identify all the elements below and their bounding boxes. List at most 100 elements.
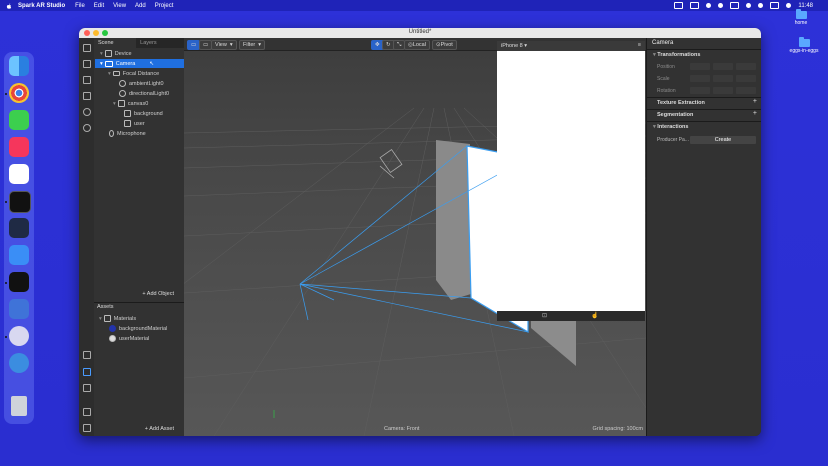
simulator-bottom-bar: ⊡ ☝	[497, 311, 645, 321]
add-object-button[interactable]: + Add Object	[142, 291, 174, 297]
section-texture-extraction[interactable]: Texture Extraction	[657, 100, 705, 106]
square-icon[interactable]	[83, 92, 91, 100]
create-button[interactable]: Create	[690, 136, 756, 144]
wifi-icon[interactable]	[746, 3, 752, 8]
section-transformations[interactable]: ▾ Transformations	[653, 52, 700, 58]
menu-view[interactable]: View	[113, 3, 126, 9]
background-plane[interactable]	[436, 140, 471, 300]
scene-tabs: Scene Layers	[94, 38, 184, 48]
trash-icon[interactable]	[11, 396, 27, 416]
menu-add[interactable]: Add	[135, 3, 146, 9]
menu-file[interactable]: File	[75, 3, 85, 9]
tweetbot-icon[interactable]	[9, 353, 29, 373]
rotation-z-field[interactable]	[736, 87, 756, 94]
tree-item-label: Camera	[115, 60, 136, 67]
screen-record-icon[interactable]	[674, 2, 684, 9]
add-asset-button[interactable]: + Add Asset	[145, 426, 174, 432]
tree-item-canvas[interactable]: ▾ canvas0	[113, 99, 148, 108]
section-segmentation[interactable]: Segmentation	[657, 112, 693, 118]
filter-dropdown[interactable]: Filter ▾	[239, 40, 265, 50]
section-label: Interactions	[657, 124, 689, 130]
shield-icon[interactable]	[718, 3, 724, 8]
search-icon[interactable]	[758, 3, 764, 8]
local-toggle[interactable]: ◎ Local	[404, 40, 430, 50]
screenshot-icon[interactable]: ⊡	[542, 312, 547, 319]
scale-y-field[interactable]	[713, 75, 733, 82]
desktop-folder-eggs[interactable]: eggs-in-eggs	[784, 37, 824, 54]
chrome-icon[interactable]	[9, 83, 29, 103]
plus-square-icon[interactable]	[83, 384, 91, 392]
tab-scene[interactable]: Scene	[94, 38, 136, 48]
add-segmentation-button[interactable]: +	[753, 110, 757, 117]
microphone-icon	[109, 130, 114, 137]
asset-background-material[interactable]: backgroundMaterial	[109, 324, 167, 333]
menu-edit[interactable]: Edit	[94, 3, 104, 9]
device-dropdown[interactable]: iPhone 8 ▾	[501, 43, 527, 49]
export-icon[interactable]	[83, 351, 91, 359]
position-x-field[interactable]	[690, 63, 710, 70]
grid-icon[interactable]	[83, 76, 91, 84]
settings-icon[interactable]	[83, 408, 91, 416]
simulator-screen[interactable]	[497, 51, 645, 311]
upload-icon[interactable]	[83, 368, 91, 376]
touch-icon[interactable]: ☝	[591, 312, 598, 319]
folder-icon	[798, 37, 810, 47]
status-icon[interactable]	[706, 3, 712, 8]
messages-icon[interactable]	[9, 110, 29, 130]
video-icon[interactable]	[83, 60, 91, 68]
control-center-icon[interactable]	[770, 2, 780, 9]
position-z-field[interactable]	[736, 63, 756, 70]
position-y-field[interactable]	[713, 63, 733, 70]
menu-app-name[interactable]: Spark AR Studio	[18, 3, 65, 9]
rotation-x-field[interactable]	[690, 87, 710, 94]
tree-item-label: user	[134, 120, 145, 127]
console-icon[interactable]	[83, 424, 91, 432]
tree-item-background[interactable]: background	[124, 109, 163, 118]
scale-z-field[interactable]	[736, 75, 756, 82]
scale-x-field[interactable]	[690, 75, 710, 82]
display-icon[interactable]	[690, 2, 700, 9]
assets-title: Assets	[97, 304, 114, 310]
battery-icon[interactable]	[730, 2, 740, 9]
refresh-icon[interactable]	[83, 108, 91, 116]
music-icon[interactable]	[9, 137, 29, 157]
chevron-down-icon: ▾	[229, 42, 233, 48]
slack-icon[interactable]	[9, 164, 29, 184]
spark-ar-icon[interactable]	[9, 326, 29, 346]
view-dropdown[interactable]: View ▾	[211, 40, 237, 50]
tree-item-label: canvas0	[127, 100, 149, 107]
tree-item-camera[interactable]: ▾ Camera ↖	[95, 59, 188, 68]
menu-project[interactable]: Project	[155, 3, 174, 9]
menu-clock[interactable]: 11:48	[798, 3, 813, 9]
sourcetree-icon[interactable]	[9, 299, 29, 319]
apple-logo-icon[interactable]	[6, 3, 12, 9]
rotation-y-field[interactable]	[713, 87, 733, 94]
asset-user-material[interactable]: userMaterial	[109, 334, 149, 343]
add-texture-extraction-button[interactable]: +	[753, 98, 757, 105]
asset-folder-materials[interactable]: ▾ Materials	[99, 314, 136, 323]
tree-item-ambient-light[interactable]: ambientLight0	[119, 79, 164, 88]
search-icon[interactable]	[83, 124, 91, 132]
tree-item-label: directionalLight0	[129, 90, 170, 97]
tree-item-microphone[interactable]: Microphone	[109, 129, 146, 138]
scene-panel: Scene Layers ▾ Device ▾ Camera ↖ ▾ Focal Dis…	[94, 38, 188, 436]
section-interactions[interactable]: ▾ Interactions	[653, 124, 688, 130]
tree-item-device[interactable]: ▾ Device	[100, 49, 184, 58]
tree-item-user[interactable]: user	[124, 119, 145, 128]
tree-item-focal-distance[interactable]: ▾ Focal Distance	[108, 69, 159, 78]
desktop-folder-home[interactable]: home	[781, 9, 821, 26]
vscode-icon[interactable]	[9, 218, 29, 238]
finder-icon[interactable]	[9, 56, 29, 76]
scene-panel-icon[interactable]	[83, 44, 91, 52]
terminal-icon[interactable]	[9, 191, 31, 213]
mail-icon[interactable]	[9, 245, 29, 265]
siri-icon[interactable]	[786, 3, 792, 8]
tree-item-directional-light[interactable]: directionalLight0	[119, 89, 169, 98]
tab-layers[interactable]: Layers	[136, 38, 184, 48]
pivot-toggle[interactable]: ⊙ Pivot	[432, 40, 457, 50]
chevron-down-icon: ▾	[258, 42, 261, 48]
figma-icon[interactable]	[9, 272, 29, 292]
tree-item-label: Device	[114, 50, 132, 57]
simulator-menu-icon[interactable]: ≡	[638, 42, 641, 48]
local-label: Local	[412, 42, 426, 48]
